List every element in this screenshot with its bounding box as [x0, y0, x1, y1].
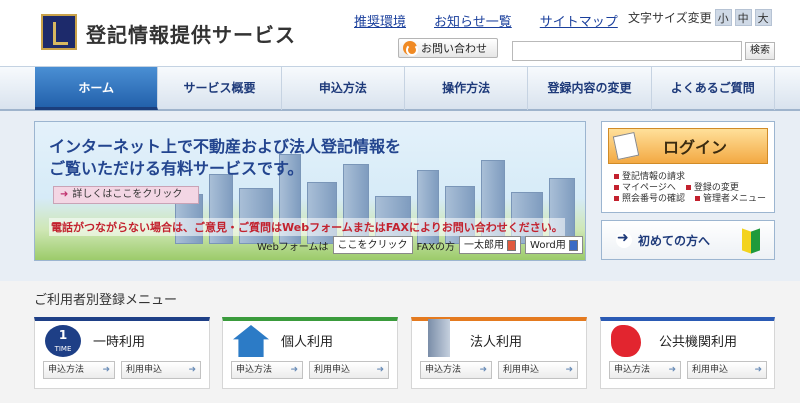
- apply-button[interactable]: 利用申込 ➜: [309, 361, 389, 379]
- card-title: 法人利用: [470, 335, 523, 350]
- link-recommended-env[interactable]: 推奨環境: [354, 11, 406, 30]
- header: 登記情報提供サービス 推奨環境 お知らせ一覧 サイトマップ 文字サイズ変更 小 …: [0, 0, 800, 66]
- font-size-large-button[interactable]: 大: [754, 9, 772, 26]
- global-nav: ホーム サービス概要 申込方法 操作方法 登録内容の変更 よくあるご質問: [0, 66, 800, 111]
- arrow-right-icon: ➜: [102, 365, 110, 375]
- card-title: 公共機関利用: [659, 335, 738, 350]
- link-news-list[interactable]: お知らせ一覧: [434, 11, 512, 30]
- application-method-button[interactable]: 申込方法 ➜: [231, 361, 303, 379]
- site-title[interactable]: 登記情報提供サービス: [86, 19, 296, 48]
- nav-change-registration[interactable]: 登録内容の変更: [528, 67, 652, 110]
- arrow-right-icon: ➜: [479, 365, 487, 375]
- card-temporary-use: 1 TIME 一時利用 申込方法 ➜ 利用申込 ➜: [34, 317, 210, 389]
- arrow-right-icon: ➜: [290, 365, 298, 375]
- feature-reference-number: 照会番号の確認: [622, 194, 686, 204]
- office-building-icon: [428, 319, 450, 357]
- login-button-label: ログイン: [663, 138, 728, 157]
- login-panel: ログイン 登記情報の請求 マイページへ 登録の変更 照会番号の確認 管理者メニュー: [601, 121, 775, 213]
- first-time-label: 初めての方へ: [638, 233, 711, 248]
- first-time-button[interactable]: 初めての方へ: [601, 220, 775, 260]
- application-method-button[interactable]: 申込方法 ➜: [609, 361, 681, 379]
- japan-map-icon: [611, 325, 641, 357]
- banner-headline: インターネット上で不動産および法人登記情報を ご覧いただける有料サービスです。: [49, 136, 401, 180]
- main-area: インターネット上で不動産および法人登記情報を ご覧いただける有料サービスです。 …: [0, 111, 800, 281]
- login-feature-list: 登記情報の請求 マイページへ 登録の変更 照会番号の確認 管理者メニュー: [614, 172, 766, 205]
- link-sitemap[interactable]: サイトマップ: [540, 11, 618, 30]
- registration-menu: ご利用者別登録メニュー 1 TIME 一時利用 申込方法 ➜ 利用申込 ➜ 個人利用 …: [0, 281, 800, 403]
- font-size-small-button[interactable]: 小: [714, 9, 732, 26]
- ichitaro-download-button[interactable]: 一太郎用: [459, 236, 522, 254]
- word-document-icon: [568, 239, 578, 251]
- arrow-right-icon: ➜: [565, 365, 573, 375]
- application-method-button[interactable]: 申込方法 ➜: [420, 361, 492, 379]
- webform-label: Webフォームは: [257, 241, 329, 253]
- ichitaro-document-icon: [507, 239, 517, 251]
- ichitaro-label: 一太郎用: [464, 239, 505, 251]
- font-size-changer: 文字サイズ変更 小 中 大: [628, 9, 772, 26]
- phone-icon: [403, 41, 418, 56]
- site-logo-icon[interactable]: [41, 14, 77, 50]
- webform-link-button[interactable]: ここをクリック: [332, 236, 413, 254]
- nav-faq[interactable]: よくあるご質問: [652, 67, 775, 110]
- registration-menu-title: ご利用者別登録メニュー: [34, 293, 178, 308]
- arrow-right-icon: ➜: [754, 365, 762, 375]
- arrow-right-icon: ➜: [60, 189, 69, 200]
- nav-service-overview[interactable]: サービス概要: [158, 67, 282, 110]
- arrow-right-icon: ➜: [376, 365, 384, 375]
- one-time-badge-icon: 1 TIME: [45, 325, 81, 357]
- feature-mypage: マイページへ: [622, 183, 676, 193]
- card-title: 個人利用: [281, 335, 334, 350]
- banner-headline-line1: インターネット上で不動産および法人登記情報を: [49, 137, 402, 156]
- application-method-button[interactable]: 申込方法 ➜: [43, 361, 115, 379]
- feature-change-registration: 登録の変更: [693, 183, 739, 193]
- top-links: 推奨環境 お知らせ一覧 サイトマップ: [354, 11, 646, 30]
- beginner-mark-icon: [742, 228, 760, 254]
- fax-label: FAXの方: [416, 241, 456, 253]
- card-title: 一時利用: [93, 335, 146, 350]
- word-download-button[interactable]: Word用: [525, 236, 583, 254]
- service-banner: インターネット上で不動産および法人登記情報を ご覧いただける有料サービスです。 …: [34, 121, 586, 261]
- nav-operation-method[interactable]: 操作方法: [405, 67, 529, 110]
- contact-button-label: お問い合わせ: [421, 42, 487, 55]
- contact-notice: 電話がつながらない場合は、ご意見・ご質問はWebフォームまたはFAXによりお問い…: [49, 218, 565, 236]
- apply-button[interactable]: 利用申込 ➜: [121, 361, 201, 379]
- card-public-institution-use: 公共機関利用 申込方法 ➜ 利用申込 ➜: [600, 317, 775, 389]
- webform-row: Webフォームは ここをクリック FAXの方 一太郎用 Word用: [257, 236, 583, 254]
- document-icon: [612, 131, 640, 161]
- search-input[interactable]: [512, 41, 742, 61]
- feature-admin-menu: 管理者メニュー: [703, 194, 767, 204]
- apply-button[interactable]: 利用申込 ➜: [687, 361, 767, 379]
- contact-button[interactable]: お問い合わせ: [398, 38, 498, 58]
- arrow-right-icon: ➜: [188, 365, 196, 375]
- banner-headline-line2: ご覧いただける有料サービスです。: [49, 159, 304, 178]
- nav-application-method[interactable]: 申込方法: [282, 67, 405, 110]
- login-button[interactable]: ログイン: [608, 128, 768, 164]
- card-corporate-use: 法人利用 申込方法 ➜ 利用申込 ➜: [411, 317, 587, 389]
- arrow-right-icon: ➜: [668, 365, 676, 375]
- apply-button[interactable]: 利用申込 ➜: [498, 361, 578, 379]
- font-size-medium-button[interactable]: 中: [734, 9, 752, 26]
- nav-home[interactable]: ホーム: [35, 67, 159, 110]
- details-button[interactable]: ➜ 詳しくはここをクリック: [53, 186, 199, 204]
- feature-request-info: 登記情報の請求: [622, 172, 686, 182]
- font-size-label: 文字サイズ変更: [628, 11, 712, 25]
- word-label: Word用: [530, 239, 566, 251]
- arrow-right-icon: [616, 230, 632, 248]
- details-button-label: 詳しくはここをクリック: [72, 189, 183, 200]
- card-personal-use: 個人利用 申込方法 ➜ 利用申込 ➜: [222, 317, 398, 389]
- search-button[interactable]: 検索: [745, 42, 775, 60]
- house-icon: [233, 325, 269, 357]
